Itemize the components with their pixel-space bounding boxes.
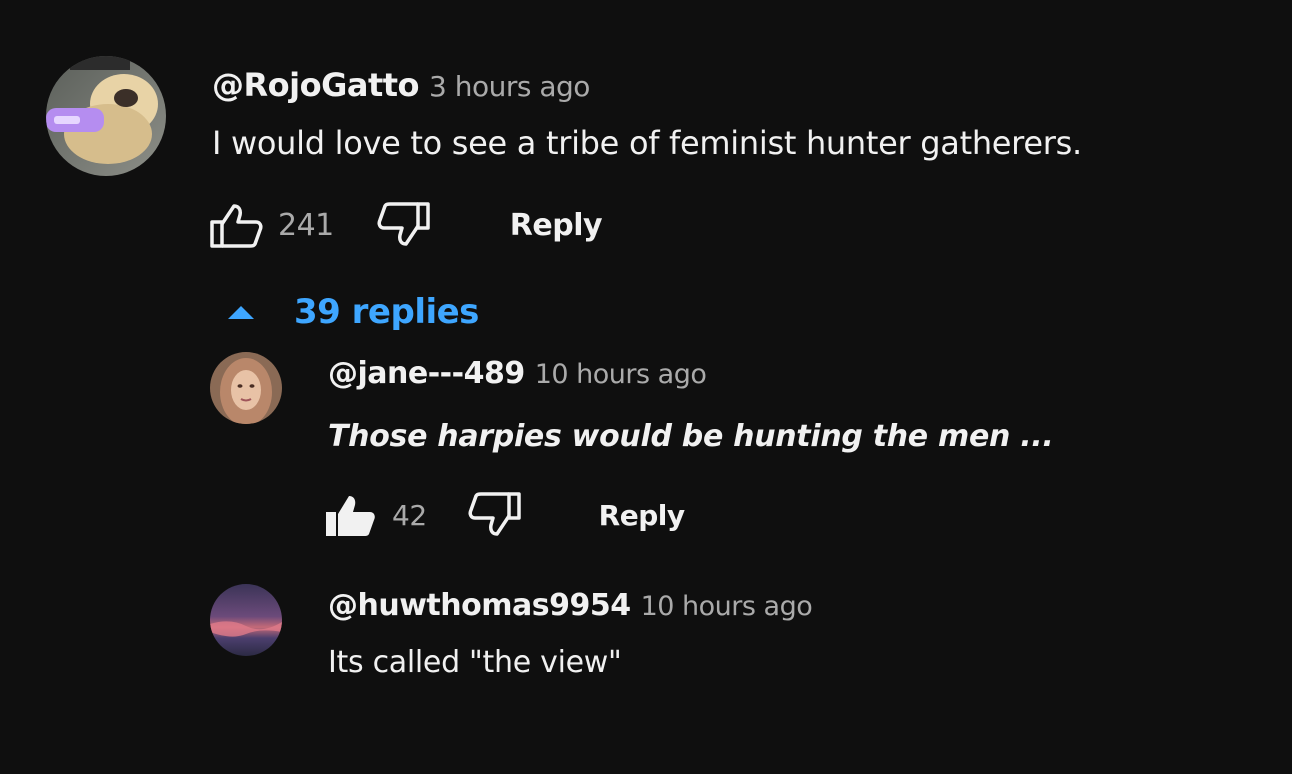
dislike-button[interactable] (376, 202, 432, 248)
comment-body: @jane---489 10 hours ago Those harpies w… (326, 356, 1054, 538)
reply-button[interactable]: Reply (510, 208, 603, 243)
comment-time[interactable]: 10 hours ago (535, 359, 707, 390)
replies-list: @jane---489 10 hours ago Those harpies w… (210, 352, 1266, 680)
comment-author[interactable]: @huwthomas9954 (328, 588, 631, 623)
reply-button[interactable]: Reply (599, 499, 685, 532)
avatar[interactable] (210, 352, 282, 424)
comment-actions: 42 Reply (322, 492, 1054, 538)
comment-actions: 241 Reply (208, 202, 1082, 248)
avatar[interactable] (210, 584, 282, 656)
comments-page: @RojoGatto 3 hours ago I would love to s… (0, 0, 1292, 774)
reply-comment: @huwthomas9954 10 hours ago Its called "… (210, 584, 1266, 680)
comment-meta: @huwthomas9954 10 hours ago (328, 588, 813, 623)
comment-author[interactable]: @jane---489 (328, 356, 525, 391)
comment-meta: @RojoGatto 3 hours ago (212, 66, 1082, 104)
replies-toggle[interactable]: 39 replies (226, 292, 1266, 332)
thumbs-up-filled-icon (326, 496, 375, 536)
thumbs-up-icon (210, 204, 263, 248)
comment-text: Its called "the view" (328, 645, 622, 680)
like-button[interactable] (208, 202, 264, 248)
comment-body: @huwthomas9954 10 hours ago Its called "… (328, 588, 813, 680)
chevron-up-icon (228, 306, 254, 319)
comment-time[interactable]: 3 hours ago (429, 70, 590, 103)
like-count: 42 (392, 498, 427, 532)
replies-count-label: 39 replies (294, 292, 479, 332)
reply-comment: @jane---489 10 hours ago Those harpies w… (210, 352, 1266, 538)
comment-text: Those harpies would be hunting the men .… (328, 419, 1054, 454)
comment-time[interactable]: 10 hours ago (641, 591, 813, 622)
comment-author[interactable]: @RojoGatto (212, 66, 420, 104)
comment: @RojoGatto 3 hours ago I would love to s… (46, 56, 1266, 248)
like-button[interactable] (322, 492, 378, 538)
thumbs-down-icon (377, 202, 430, 246)
dislike-button[interactable] (467, 492, 523, 538)
comment-body: @RojoGatto 3 hours ago I would love to s… (210, 66, 1082, 248)
comment-text: I would love to see a tribe of feminist … (212, 124, 1082, 162)
comment-thread: @RojoGatto 3 hours ago I would love to s… (46, 56, 1266, 680)
avatar[interactable] (46, 56, 166, 176)
like-count: 241 (278, 207, 334, 243)
comment-meta: @jane---489 10 hours ago (328, 356, 1054, 391)
thumbs-down-icon (468, 492, 521, 536)
